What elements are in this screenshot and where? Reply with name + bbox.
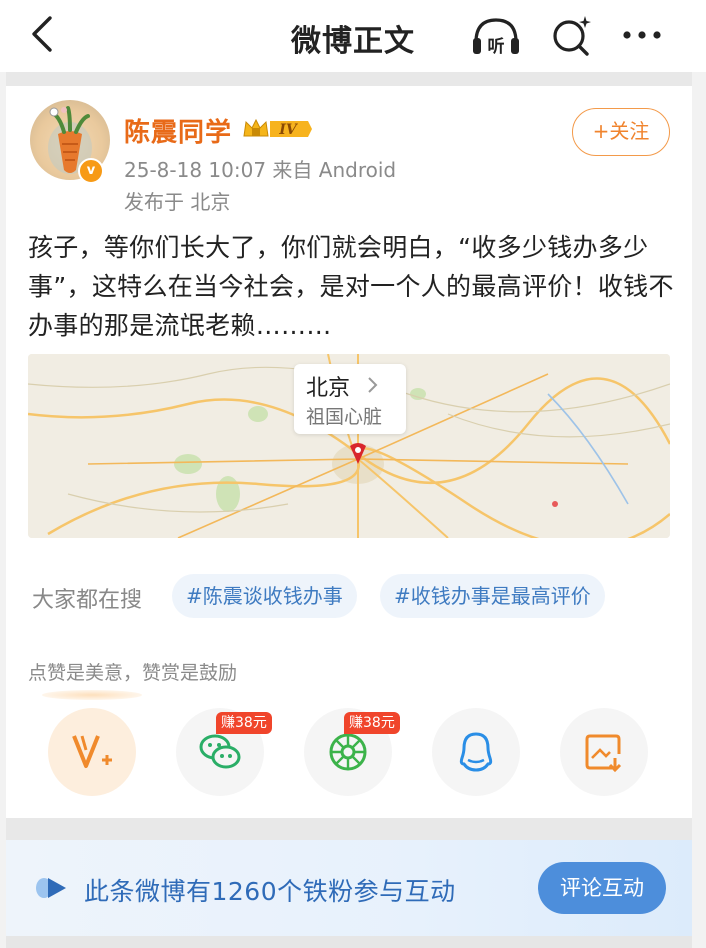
location-map[interactable]: 北京 祖国心脏 bbox=[28, 354, 670, 538]
headphones-listen-icon[interactable]: 听 bbox=[470, 12, 522, 60]
member-level-badge[interactable]: IV bbox=[242, 116, 314, 142]
verified-badge: v bbox=[78, 158, 104, 184]
divider bbox=[6, 818, 692, 840]
map-city: 北京 bbox=[306, 376, 351, 401]
page-title: 微博正文 bbox=[291, 24, 415, 59]
v-plus-icon bbox=[72, 735, 112, 768]
trending-tag[interactable]: #陈震谈收钱办事 bbox=[172, 574, 357, 618]
post-card: v 陈震同学 IV 25-8-18 10:07 来自 Android 发布于 北… bbox=[6, 86, 692, 818]
post-time-source: 25-8-18 10:07 来自 Android bbox=[124, 158, 397, 182]
map-subtitle: 祖国心脏 bbox=[306, 406, 383, 428]
qq-icon bbox=[459, 732, 493, 772]
moments-icon bbox=[329, 733, 367, 771]
search-icon[interactable] bbox=[550, 12, 594, 60]
chevron-right-icon bbox=[368, 377, 378, 393]
trending-tag[interactable]: #收钱办事是最高评价 bbox=[380, 574, 605, 618]
bottom-strip bbox=[6, 936, 692, 948]
more-icon[interactable] bbox=[622, 30, 662, 40]
reward-hint: 点赞是美意，赞赏是鼓励 bbox=[28, 662, 238, 684]
comment-interact-button[interactable]: 评论互动 bbox=[538, 862, 666, 914]
post-text: 孩子，等你们长大了，你们就会明白，“收多少钱办多少事”，这特么在当今社会，是对一… bbox=[28, 233, 674, 340]
divider bbox=[6, 72, 692, 86]
v-plus-button[interactable] bbox=[48, 708, 136, 796]
post-location: 发布于 北京 bbox=[124, 190, 231, 214]
earn-badge: 赚38元 bbox=[344, 712, 400, 734]
save-image-icon bbox=[585, 734, 622, 773]
earn-badge: 赚38元 bbox=[216, 712, 272, 734]
follow-button[interactable]: +关注 bbox=[572, 108, 670, 156]
highlight-glow bbox=[42, 690, 142, 700]
trending-label: 大家都在搜 bbox=[32, 588, 143, 613]
share-qq-button[interactable] bbox=[432, 708, 520, 796]
listen-label: 听 bbox=[488, 36, 505, 57]
play-indicator-icon bbox=[36, 878, 66, 898]
top-bar: 微博正文 听 bbox=[0, 0, 706, 72]
wechat-icon bbox=[199, 734, 241, 769]
save-image-button[interactable] bbox=[560, 708, 648, 796]
fan-interaction-text: 此条微博有1260个铁粉参与互动 bbox=[84, 877, 456, 906]
map-location-card[interactable]: 北京 祖国心脏 bbox=[294, 364, 406, 434]
author-name[interactable]: 陈震同学 bbox=[124, 112, 232, 149]
fan-interaction-bar: 此条微博有1260个铁粉参与互动 评论互动 bbox=[6, 840, 692, 936]
level-text: IV bbox=[278, 122, 299, 138]
